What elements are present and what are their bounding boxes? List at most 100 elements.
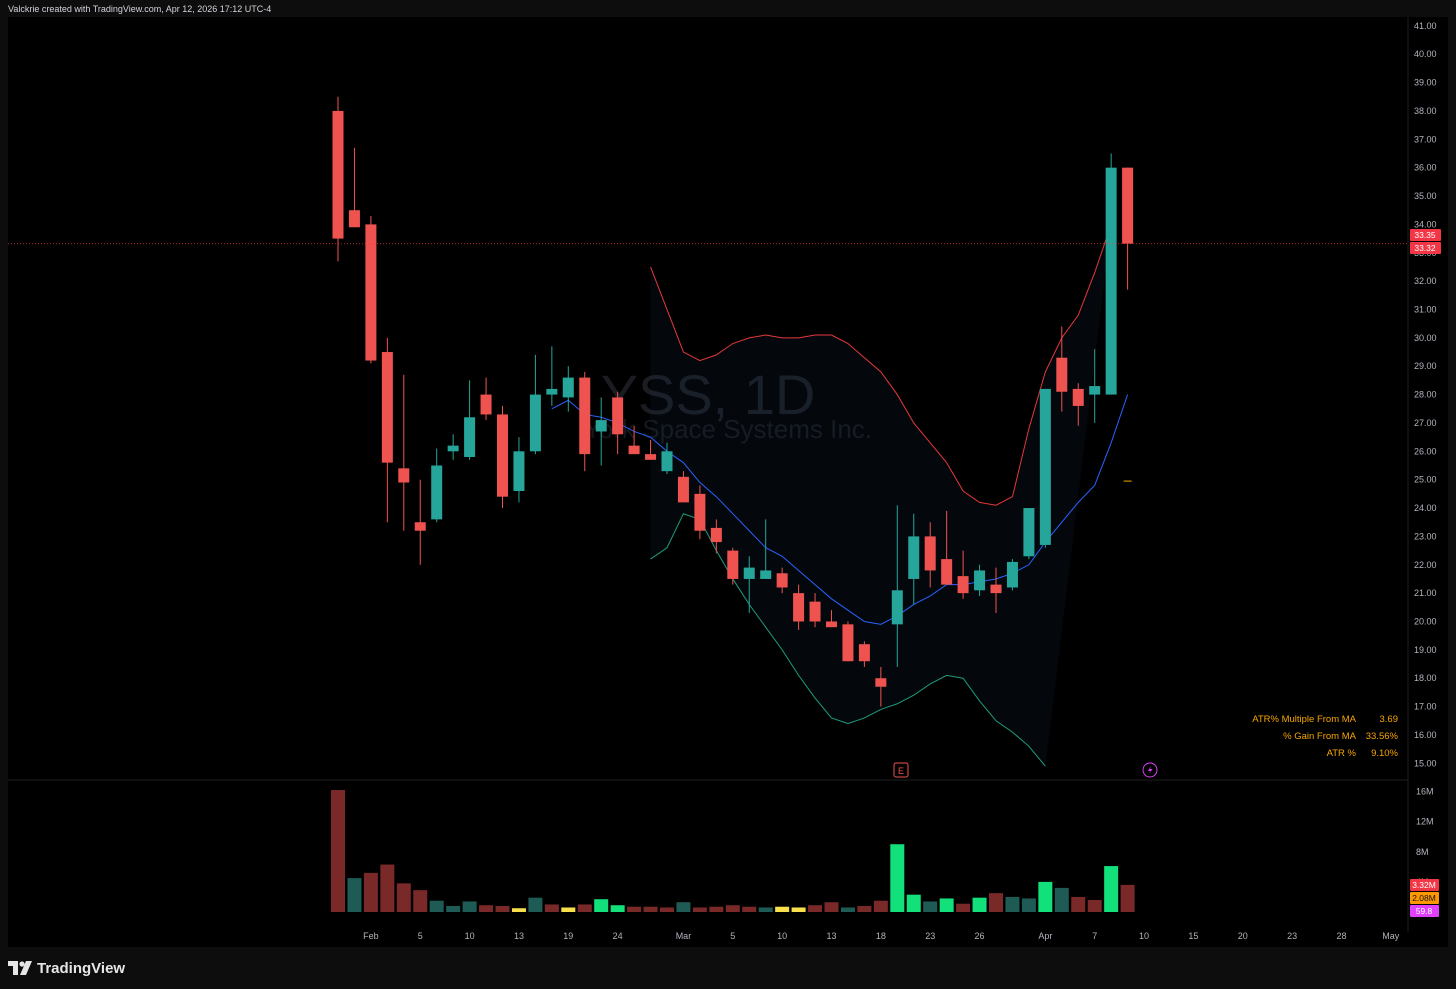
candle-body bbox=[957, 576, 969, 594]
volume-bar bbox=[775, 906, 790, 912]
volume-bar bbox=[610, 905, 625, 912]
volume-layer bbox=[331, 790, 1135, 912]
price-tick-label: 17.00 bbox=[1414, 702, 1437, 712]
volume-bar bbox=[956, 903, 971, 912]
price-tick-label: 39.00 bbox=[1414, 78, 1437, 88]
price-tick-label: 40.00 bbox=[1414, 49, 1437, 59]
volume-bar bbox=[1071, 896, 1086, 912]
price-tick-label: 35.00 bbox=[1414, 191, 1437, 201]
time-tick-label: 13 bbox=[826, 931, 836, 941]
volume-bar bbox=[462, 901, 477, 912]
candle-body bbox=[612, 397, 624, 435]
chart-caption: Valckrie created with TradingView.com, A… bbox=[8, 4, 272, 14]
price-badge-label: 33.32 bbox=[1414, 243, 1436, 253]
candle-body bbox=[974, 570, 986, 591]
volume-bar bbox=[1104, 866, 1119, 912]
candle-body bbox=[924, 536, 936, 571]
candle-body bbox=[513, 451, 525, 492]
candle-body bbox=[875, 678, 887, 687]
candle-body bbox=[562, 377, 574, 398]
time-tick-label: 10 bbox=[777, 931, 787, 941]
price-tick-label: 24.00 bbox=[1414, 503, 1437, 513]
volume-bar bbox=[561, 907, 576, 912]
volume-bar bbox=[890, 844, 905, 912]
price-tick-label: 32.00 bbox=[1414, 276, 1437, 286]
time-tick-label: Mar bbox=[676, 931, 692, 941]
candle-body bbox=[826, 621, 837, 628]
lightning-icon[interactable] bbox=[1142, 762, 1158, 778]
candle-body bbox=[727, 550, 739, 579]
candle-body bbox=[858, 644, 870, 662]
volume-bar bbox=[725, 905, 740, 912]
volume-bar bbox=[873, 900, 888, 912]
price-tick-label: 38.00 bbox=[1414, 106, 1437, 116]
candle-body bbox=[776, 573, 788, 588]
chart-frame[interactable]: YSS, 1D York Space Systems Inc. 15.0016.… bbox=[8, 17, 1448, 947]
price-tick-label: 23.00 bbox=[1414, 531, 1437, 541]
volume-bar bbox=[758, 907, 773, 912]
time-tick-label: 15 bbox=[1188, 931, 1198, 941]
candle-body bbox=[628, 445, 640, 455]
time-tick-label: 23 bbox=[1287, 931, 1297, 941]
candle-body bbox=[743, 567, 755, 579]
candle-body bbox=[480, 394, 492, 415]
volume-bar bbox=[429, 900, 444, 912]
price-tick-label: 37.00 bbox=[1414, 134, 1437, 144]
time-tick-label: 5 bbox=[730, 931, 735, 941]
time-tick-label: May bbox=[1382, 931, 1400, 941]
earnings-marker[interactable]: E bbox=[893, 762, 909, 778]
time-tick-label: 24 bbox=[613, 931, 623, 941]
candle-body bbox=[464, 417, 476, 457]
volume-bar bbox=[1087, 899, 1102, 912]
time-tick-label: 7 bbox=[1092, 931, 1097, 941]
volume-badge-label: 2.08M bbox=[1412, 893, 1436, 903]
volume-bar bbox=[627, 906, 642, 912]
time-tick-label: Feb bbox=[363, 931, 379, 941]
volume-bar bbox=[495, 905, 510, 912]
price-chart[interactable]: YSS, 1D York Space Systems Inc. 15.0016.… bbox=[8, 17, 1448, 947]
time-tick-label: 10 bbox=[465, 931, 475, 941]
candle-body bbox=[941, 559, 953, 585]
volume-tick-label: 16M bbox=[1416, 787, 1434, 797]
candle-body bbox=[595, 420, 607, 432]
candle-body bbox=[381, 352, 393, 463]
time-tick-label: 10 bbox=[1139, 931, 1149, 941]
candle-body bbox=[891, 590, 903, 625]
candle-body bbox=[710, 527, 722, 543]
volume-bar bbox=[742, 906, 757, 912]
volume-bar bbox=[544, 904, 559, 912]
candle-body bbox=[1122, 167, 1134, 244]
candle-body bbox=[661, 451, 673, 472]
tradingview-logo-text: TradingView bbox=[37, 959, 126, 977]
volume-bar bbox=[972, 897, 987, 912]
volume-bar bbox=[676, 902, 691, 912]
volume-bar bbox=[1120, 884, 1135, 912]
candle-body bbox=[1089, 386, 1101, 395]
candle-body bbox=[579, 377, 591, 455]
price-tick-label: 21.00 bbox=[1414, 588, 1437, 598]
candle-body bbox=[760, 570, 772, 579]
volume-bar bbox=[939, 898, 954, 912]
candle-body bbox=[809, 601, 821, 622]
price-tick-label: 27.00 bbox=[1414, 418, 1437, 428]
candle-body bbox=[842, 624, 854, 662]
candle-body bbox=[398, 468, 410, 483]
price-tick-label: 16.00 bbox=[1414, 730, 1437, 740]
candle-body bbox=[1039, 388, 1051, 545]
candle-body bbox=[1023, 508, 1035, 557]
tradingview-logo[interactable]: TradingView bbox=[8, 958, 125, 978]
volume-bar bbox=[660, 907, 674, 912]
volume-bar bbox=[396, 883, 411, 912]
candle-body bbox=[990, 584, 1002, 594]
volume-bar bbox=[347, 878, 362, 912]
volume-tick-label: 12M bbox=[1416, 817, 1434, 827]
price-tick-label: 41.00 bbox=[1414, 21, 1437, 31]
price-tick-label: 19.00 bbox=[1414, 645, 1437, 655]
price-tick-label: 25.00 bbox=[1414, 475, 1437, 485]
volume-bar bbox=[413, 890, 428, 912]
candle-body bbox=[365, 224, 377, 361]
volume-bar bbox=[923, 901, 938, 912]
volume-bar bbox=[840, 907, 855, 912]
volume-bar bbox=[791, 907, 806, 912]
candle-body bbox=[497, 414, 508, 497]
